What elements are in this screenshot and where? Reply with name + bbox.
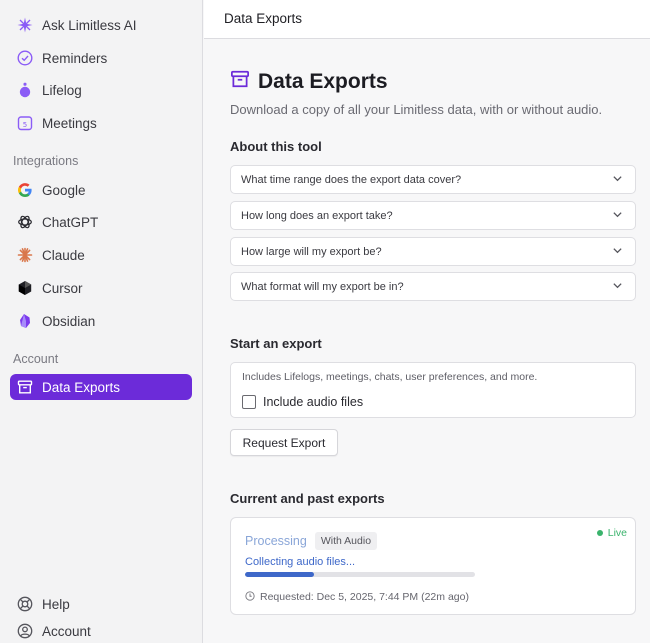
- main-content: Data Exports Download a copy of all your…: [204, 40, 650, 643]
- sidebar-item-obsidian[interactable]: Obsidian: [10, 308, 192, 334]
- claude-icon: [16, 246, 34, 264]
- progress-bar: [245, 572, 475, 577]
- pendant-icon: [16, 81, 34, 99]
- progress-label: Collecting audio files...: [245, 556, 356, 568]
- page-title-row: Data Exports: [230, 69, 388, 94]
- top-header: Data Exports: [204, 0, 650, 39]
- include-audio-option[interactable]: Include audio files: [242, 395, 363, 409]
- sidebar-item-help[interactable]: Help: [10, 591, 192, 617]
- faq-item[interactable]: What time range does the export data cov…: [230, 165, 636, 194]
- faq-question: What format will my export be in?: [241, 280, 404, 293]
- obsidian-icon: [16, 312, 34, 330]
- page-title: Data Exports: [258, 69, 388, 93]
- sidebar-item-reminders[interactable]: Reminders: [10, 45, 192, 71]
- requested-timestamp: Requested: Dec 5, 2025, 7:44 PM (22m ago…: [260, 591, 469, 603]
- sidebar-item-label: Reminders: [42, 50, 108, 66]
- faq-item[interactable]: How large will my export be?: [230, 237, 636, 266]
- sidebar-item-label: Cursor: [42, 280, 83, 296]
- sidebar-item-claude[interactable]: Claude: [10, 242, 192, 268]
- user-circle-icon: [16, 622, 34, 640]
- sidebar-item-cursor[interactable]: Cursor: [10, 275, 192, 301]
- chevron-down-icon: [612, 278, 623, 296]
- chevron-down-icon: [612, 243, 623, 261]
- with-audio-badge: With Audio: [314, 532, 378, 550]
- sidebar-item-data-exports[interactable]: Data Exports: [10, 374, 192, 400]
- sidebar-item-meetings[interactable]: 5 Meetings: [10, 110, 192, 136]
- sidebar-item-label: Lifelog: [42, 82, 82, 98]
- sidebar-item-label: Account: [42, 623, 91, 639]
- progress-bar-fill: [245, 572, 314, 577]
- lifebuoy-icon: [16, 595, 34, 613]
- status-text: Processing: [245, 534, 307, 548]
- chevron-down-icon: [612, 207, 623, 225]
- archive-icon: [16, 378, 34, 396]
- sidebar-item-label: Google: [42, 182, 86, 198]
- sidebar-item-label: Obsidian: [42, 313, 96, 329]
- requested-row: Requested: Dec 5, 2025, 7:44 PM (22m ago…: [245, 588, 469, 606]
- page-subtitle: Download a copy of all your Limitless da…: [230, 102, 603, 117]
- live-indicator: Live: [596, 527, 627, 539]
- sidebar-item-label: Data Exports: [42, 379, 121, 395]
- include-audio-checkbox[interactable]: [242, 395, 256, 409]
- request-export-button[interactable]: Request Export: [230, 429, 338, 456]
- export-description: Includes Lifelogs, meetings, chats, user…: [242, 371, 538, 383]
- chevron-down-icon: [612, 171, 623, 189]
- svg-text:5: 5: [23, 121, 27, 129]
- account-section-label: Account: [13, 352, 59, 366]
- header-title: Data Exports: [224, 11, 303, 26]
- openai-icon: [16, 213, 34, 231]
- integrations-section-label: Integrations: [13, 154, 79, 168]
- faq-item[interactable]: What format will my export be in?: [230, 272, 636, 301]
- include-audio-label: Include audio files: [263, 395, 364, 409]
- sparkle-icon: [16, 16, 34, 34]
- sidebar-item-ask-limitless-ai[interactable]: Ask Limitless AI: [10, 12, 192, 38]
- sidebar: Ask Limitless AI Reminders Lifelog 5 Mee…: [0, 0, 203, 643]
- exports-heading: Current and past exports: [230, 491, 385, 506]
- sidebar-item-chatgpt[interactable]: ChatGPT: [10, 209, 192, 235]
- about-heading: About this tool: [230, 139, 322, 154]
- sidebar-item-label: ChatGPT: [42, 214, 99, 230]
- export-options-box: Includes Lifelogs, meetings, chats, user…: [230, 362, 636, 418]
- sidebar-item-lifelog[interactable]: Lifelog: [10, 77, 192, 103]
- check-circle-icon: [16, 49, 34, 67]
- archive-icon: [230, 69, 250, 94]
- export-status-row: Processing With Audio: [245, 532, 378, 550]
- live-dot-icon: [596, 530, 603, 536]
- calendar-icon: 5: [16, 114, 34, 132]
- sidebar-item-label: Meetings: [42, 115, 97, 131]
- faq-item[interactable]: How long does an export take?: [230, 201, 636, 230]
- faq-question: How large will my export be?: [241, 245, 382, 258]
- faq-question: How long does an export take?: [241, 209, 393, 222]
- live-label: Live: [607, 527, 627, 539]
- sidebar-item-account[interactable]: Account: [10, 618, 192, 643]
- google-icon: [16, 181, 34, 199]
- clock-icon: [245, 588, 255, 606]
- start-export-heading: Start an export: [230, 336, 322, 351]
- sidebar-item-label: Claude: [42, 247, 85, 263]
- sidebar-item-label: Help: [42, 596, 70, 612]
- cursor-icon: [16, 279, 34, 297]
- faq-question: What time range does the export data cov…: [241, 173, 462, 186]
- sidebar-item-google[interactable]: Google: [10, 177, 192, 203]
- sidebar-item-label: Ask Limitless AI: [42, 17, 137, 33]
- export-card: Processing With Audio Live Collecting au…: [230, 517, 636, 615]
